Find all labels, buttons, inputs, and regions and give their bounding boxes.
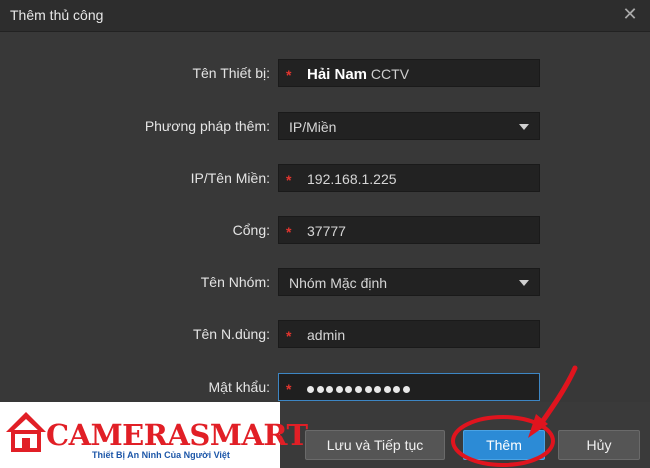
ip-input[interactable]: * 192.168.1.225 <box>278 164 540 192</box>
brand-name: CAMERASMART <box>46 418 308 452</box>
group-select[interactable]: Nhóm Mặc định <box>278 268 540 296</box>
password-dot <box>326 386 334 393</box>
required-mark: * <box>286 172 292 188</box>
close-icon[interactable]: ✕ <box>620 4 640 24</box>
add-device-dialog: Thêm thủ công ✕ Tên Thiết bị: * Hải Nam … <box>0 0 650 468</box>
password-dot <box>335 386 343 393</box>
port-value: 37777 <box>307 223 346 239</box>
method-value: IP/Miền <box>289 119 337 135</box>
row-device-name: Tên Thiết bị: * Hải Nam CCTV <box>0 59 650 89</box>
method-select[interactable]: IP/Miền <box>278 112 540 140</box>
watermark-logo: CAMERASMART Thiết Bị An Ninh Của Người V… <box>0 402 308 468</box>
device-name-input[interactable]: * Hải Nam CCTV <box>278 59 540 87</box>
ip-label: IP/Tên Miền: <box>190 170 270 186</box>
row-group: Tên Nhóm: Nhóm Mặc định <box>0 268 650 298</box>
username-value: admin <box>307 327 346 343</box>
password-mask <box>307 380 413 398</box>
password-dot <box>345 386 353 393</box>
title-bar: Thêm thủ công ✕ <box>0 0 650 32</box>
device-name-value: Hải Nam CCTV <box>307 66 409 83</box>
port-label: Cổng: <box>232 222 270 238</box>
ip-value: 192.168.1.225 <box>307 171 397 187</box>
device-name-value-rest: CCTV <box>370 66 410 82</box>
save-and-continue-button[interactable]: Lưu và Tiếp tục <box>305 430 445 460</box>
brand-tagline: Thiết Bị An Ninh Của Người Việt <box>92 450 230 460</box>
group-value: Nhóm Mặc định <box>289 275 388 291</box>
password-dot <box>402 386 410 393</box>
password-dot <box>364 386 372 393</box>
port-input[interactable]: * 37777 <box>278 216 540 244</box>
add-button[interactable]: Thêm <box>463 430 545 460</box>
cancel-button[interactable]: Hủy <box>558 430 640 460</box>
group-label: Tên Nhóm: <box>200 274 270 290</box>
password-dot <box>393 386 401 393</box>
username-label: Tên N.dùng: <box>192 326 270 342</box>
method-label: Phương pháp thêm: <box>144 118 270 134</box>
device-name-label: Tên Thiết bị: <box>192 65 270 81</box>
password-dot <box>307 386 314 393</box>
chevron-down-icon[interactable] <box>519 280 529 286</box>
row-method: Phương pháp thêm: IP/Miền <box>0 112 650 142</box>
row-ip: IP/Tên Miền: * 192.168.1.225 <box>0 164 650 194</box>
required-mark: * <box>286 224 292 240</box>
dialog-title: Thêm thủ công <box>10 7 104 23</box>
required-mark: * <box>286 381 292 397</box>
required-mark: * <box>286 67 292 83</box>
password-label: Mật khẩu: <box>208 379 270 395</box>
row-username: Tên N.dùng: * admin <box>0 320 650 350</box>
username-input[interactable]: * admin <box>278 320 540 348</box>
device-name-value-bold: Hải Nam <box>307 66 368 83</box>
password-input[interactable]: * <box>278 373 540 401</box>
password-dot <box>354 386 362 393</box>
row-password: Mật khẩu: * <box>0 373 650 403</box>
password-dot <box>316 386 324 393</box>
required-mark: * <box>286 328 292 344</box>
password-dot <box>374 386 382 393</box>
password-dot <box>383 386 391 393</box>
row-port: Cổng: * 37777 <box>0 216 650 246</box>
house-logo-icon <box>6 412 46 452</box>
chevron-down-icon[interactable] <box>519 124 529 130</box>
